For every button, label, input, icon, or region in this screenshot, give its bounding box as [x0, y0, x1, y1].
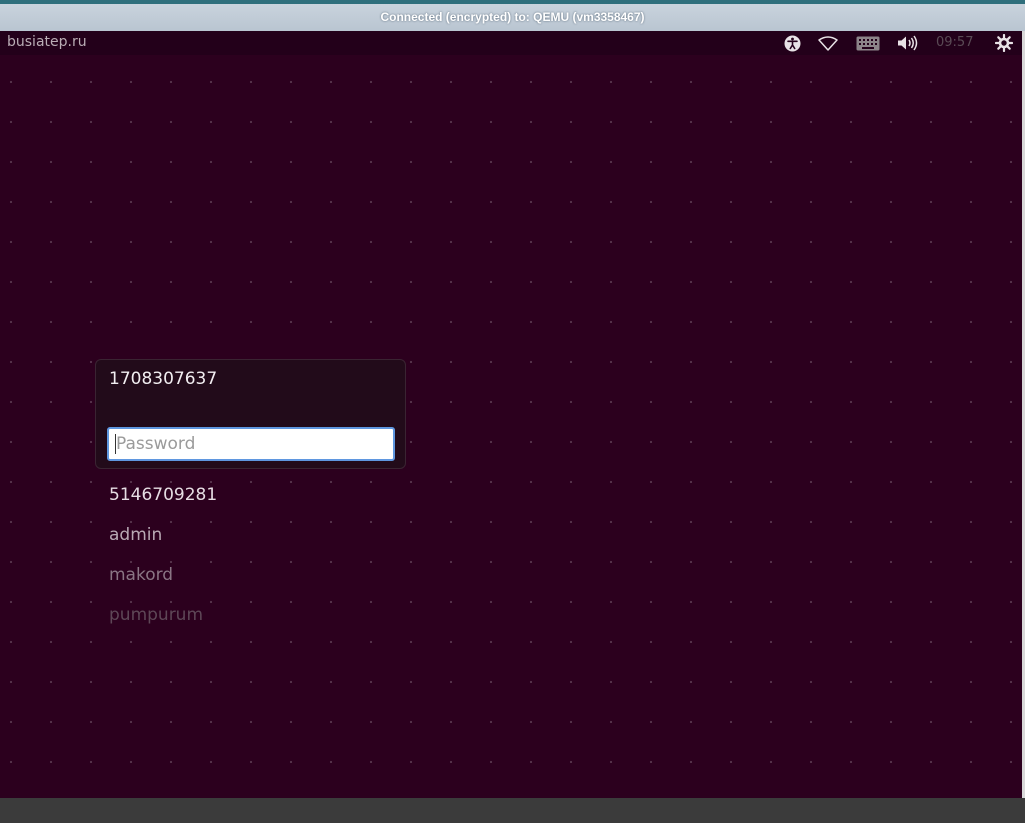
wifi-icon[interactable] — [817, 34, 839, 52]
power-gear-icon[interactable] — [994, 34, 1014, 52]
volume-icon[interactable] — [896, 34, 918, 52]
user-list-item[interactable]: 5146709281 — [109, 485, 217, 505]
remote-screen: busiatep.ru 09:57 1708307637 5146709281 … — [0, 31, 1022, 798]
keyboard-icon[interactable] — [855, 34, 881, 52]
selected-user-name[interactable]: 1708307637 — [109, 369, 217, 389]
password-input[interactable] — [107, 427, 395, 461]
user-list-item[interactable]: makord — [109, 565, 173, 585]
vnc-viewer-titlebar: Connected (encrypted) to: QEMU (vm335846… — [0, 0, 1025, 31]
login-box: 1708307637 — [95, 359, 406, 469]
user-list-item[interactable]: pumpurum — [109, 605, 203, 625]
top-panel: busiatep.ru 09:57 — [0, 31, 1022, 55]
text-cursor — [115, 434, 116, 454]
panel-clock[interactable]: 09:57 — [936, 35, 973, 50]
viewer-bottom-bar — [0, 798, 1025, 823]
accessibility-icon[interactable] — [783, 34, 801, 52]
user-list-item[interactable]: admin — [109, 525, 162, 545]
hostname-label: busiatep.ru — [7, 34, 87, 50]
